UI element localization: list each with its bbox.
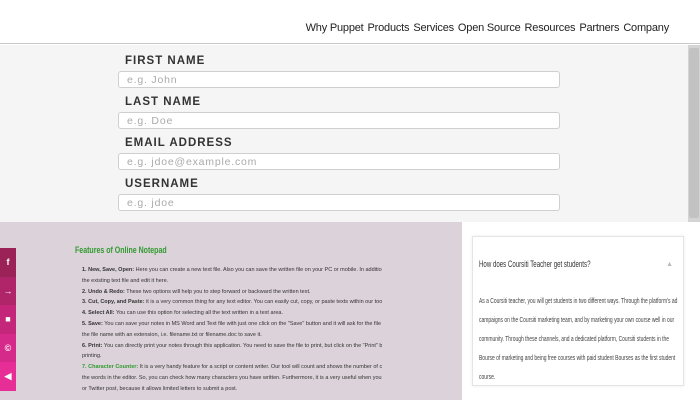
- feature-item-text: the file name with an extension, i.e. fi…: [82, 331, 262, 338]
- nav-item-open-source[interactable]: Open Source: [458, 22, 521, 34]
- twitter-icon[interactable]: →: [0, 276, 16, 305]
- feature-item: the words in the editor. So, you can che…: [82, 373, 382, 384]
- feature-item-text: These two options will help you to step …: [124, 288, 311, 295]
- whatsapp-icon[interactable]: ©: [0, 333, 16, 362]
- top-navigation: Why Puppet Products Services Open Source…: [306, 22, 670, 34]
- feature-item: the file name with an extension, i.e. fi…: [82, 330, 382, 341]
- email-label: EMAIL ADDRESS: [125, 137, 233, 149]
- first-name-input[interactable]: [118, 71, 560, 88]
- feature-item-text: You can use this option for selecting al…: [114, 310, 283, 317]
- feature-item: printing.: [82, 351, 382, 362]
- nav-item-why-puppet[interactable]: Why Puppet: [306, 22, 364, 34]
- social-share-bar: f → ■ © ◀: [0, 248, 16, 391]
- scrollbar-thumb[interactable]: [689, 48, 699, 218]
- last-name-input[interactable]: [118, 112, 560, 129]
- feature-item-text: You can save your notes in MS Word and T…: [104, 320, 382, 327]
- features-title: Features of Online Notepad: [75, 245, 167, 255]
- feature-item: the existing text file and edit it here.: [82, 276, 382, 287]
- features-list: 1. New, Save, Open: Here you can create …: [82, 265, 462, 395]
- nav-item-partners[interactable]: Partners: [579, 22, 619, 34]
- feature-item-text: printing.: [82, 353, 102, 360]
- nav-item-services[interactable]: Services: [413, 22, 454, 34]
- feature-item-text: the existing text file and edit it here.: [82, 277, 169, 284]
- feature-item-lead: 6. Print:: [82, 342, 103, 349]
- nav-item-company[interactable]: Company: [623, 22, 669, 34]
- feature-item-text: it is a very common thing for any text e…: [144, 299, 382, 306]
- chevron-up-icon[interactable]: ▲: [666, 261, 673, 268]
- feature-item: or Twitter post, because it allows limit…: [82, 384, 382, 395]
- feature-item-lead: 2. Undo & Redo:: [82, 288, 125, 295]
- feature-item-lead: 1. New, Save, Open:: [82, 267, 135, 273]
- feature-item-text: You can directly print your notes throug…: [103, 342, 382, 349]
- feature-item-lead: 3. Cut, Copy, and Paste:: [82, 299, 145, 306]
- feature-item-lead: 4. Select All:: [82, 310, 115, 317]
- feature-item: 5. Save: You can save your notes in MS W…: [82, 319, 382, 330]
- top-nav-bar: Why Puppet Products Services Open Source…: [0, 0, 700, 44]
- telegram-icon[interactable]: ◀: [0, 362, 16, 391]
- feature-item-text: It is a very handy feature for a script …: [139, 364, 382, 371]
- faq-question[interactable]: How does Coursiti Teacher get students?: [479, 259, 590, 269]
- feature-item-text: the words in the editor. So, you can che…: [82, 374, 382, 381]
- feature-item: 4. Select All: You can use this option f…: [82, 308, 382, 319]
- username-input[interactable]: [118, 194, 560, 211]
- last-name-label: LAST NAME: [125, 96, 202, 108]
- feature-item: 7. Character Counter: It is a very handy…: [82, 362, 382, 373]
- faq-answer: As a Coursiti teacher, you will get stud…: [479, 296, 678, 381]
- first-name-label: FIRST NAME: [125, 55, 206, 67]
- feature-item-lead: 7. Character Counter:: [82, 364, 139, 371]
- username-label: USERNAME: [125, 178, 199, 190]
- feature-item: 3. Cut, Copy, and Paste: it is a very co…: [82, 297, 382, 308]
- feature-item-lead: 5. Save:: [82, 320, 103, 327]
- email-input[interactable]: [118, 153, 560, 170]
- nav-item-products[interactable]: Products: [368, 22, 410, 34]
- facebook-icon[interactable]: f: [0, 248, 16, 277]
- registration-form: FIRST NAME LAST NAME EMAIL ADDRESS USERN…: [0, 45, 688, 222]
- email-icon[interactable]: ■: [0, 305, 16, 334]
- feature-item: 6. Print: You can directly print your no…: [82, 341, 382, 352]
- feature-item-text: Here you can create a new text file. Als…: [135, 267, 382, 273]
- feature-item: 2. Undo & Redo: These two options will h…: [82, 287, 382, 298]
- nav-item-resources[interactable]: Resources: [525, 22, 576, 34]
- faq-card: How does Coursiti Teacher get students? …: [472, 236, 684, 386]
- feature-item: 1. New, Save, Open: Here you can create …: [82, 265, 382, 276]
- feature-item-text: or Twitter post, because it allows limit…: [82, 385, 238, 392]
